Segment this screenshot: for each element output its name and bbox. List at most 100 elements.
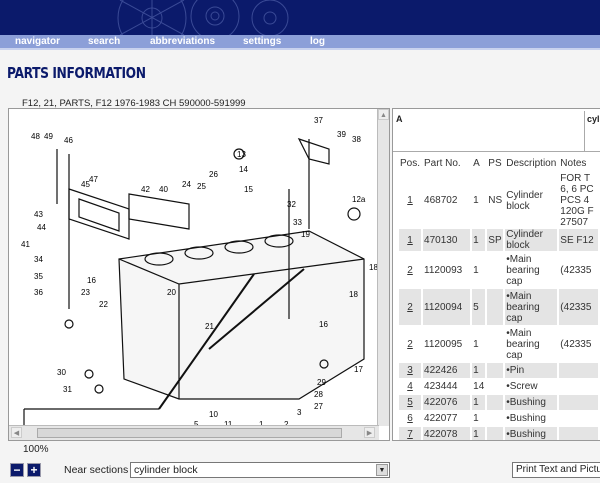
cell-part: 1120094 [423,289,471,325]
scroll-right-icon[interactable]: ▶ [364,427,375,438]
callout-label[interactable]: 31 [63,385,72,394]
callout-label[interactable]: 20 [167,288,176,297]
position-link[interactable]: 2 [399,289,422,325]
cell-desc: •Bushing [505,395,558,410]
callout-label[interactable]: 42 [141,185,150,194]
position-link[interactable]: 4 [399,379,421,394]
callout-label[interactable]: 34 [34,255,43,264]
callout-label[interactable]: 25 [197,182,206,191]
callout-label[interactable]: 3 [297,408,302,417]
nav-search[interactable]: search [88,36,120,47]
near-sections-select[interactable]: cylinder block ▼ [130,462,390,478]
column-header: Pos. [400,158,421,169]
table-row[interactable]: 6 422077 1 •Bushing [399,411,598,426]
position-link[interactable]: 7 [399,427,422,440]
callout-label[interactable]: 16 [87,276,96,285]
callout-label[interactable]: 38 [352,135,361,144]
engine-block-diagram[interactable]: 48 49 46 47 43 44 41 34 35 36 45 42 40 24 2526 13 14 15 37… [9,109,379,429]
cell-notes: (42335 [560,264,592,276]
callout-label[interactable]: 49 [44,132,53,141]
position-link[interactable]: 1 [399,229,422,251]
callout-label[interactable]: 10 [209,410,218,419]
callout-label[interactable]: 43 [34,210,43,219]
callout-label[interactable]: 35 [34,272,43,281]
cell-a: 1 [472,363,486,378]
callout-label[interactable]: 12a [352,195,366,204]
callout-label[interactable]: 21 [205,322,214,331]
callout-label[interactable]: 27 [314,402,323,411]
zoom-out-button[interactable]: − [10,463,24,477]
position-link[interactable]: 2 [399,252,421,288]
callout-label[interactable]: 19 [301,230,310,239]
info-col-a: A [396,114,403,124]
horizontal-scrollbar[interactable]: ◀ ▶ [9,425,379,440]
table-row[interactable]: 7 422078 1 •Bushing [399,427,598,440]
position-link[interactable]: 1 [399,173,421,228]
position-link[interactable]: 2 [399,326,421,362]
callout-label[interactable]: 17 [354,365,363,374]
callout-label[interactable]: 32 [287,200,296,209]
table-row[interactable]: 2 1120095 1 •Main bearing cap (42335 [399,326,598,362]
callout-label[interactable]: 41 [21,240,30,249]
callout-label[interactable]: 40 [159,185,168,194]
cell-part: 423444 [424,381,458,392]
callout-label[interactable]: 48 [31,132,40,141]
cell-a: 14 [473,381,485,392]
callout-label[interactable]: 39 [337,130,346,139]
zoom-in-button[interactable]: + [27,463,41,477]
callout-label[interactable]: 30 [57,368,66,377]
callout-label[interactable]: 47 [89,175,98,184]
column-header: PS [488,158,502,169]
callout-label[interactable]: 44 [37,223,46,232]
callout-label[interactable]: 46 [64,136,73,145]
column-header: Part No. [424,158,461,169]
cell-desc: Cylinder block [506,189,543,212]
scroll-up-icon[interactable]: ▲ [378,109,389,120]
callout-label[interactable]: 45 [81,180,90,189]
table-row[interactable]: 4 423444 14 •Screw [399,379,598,394]
position-link[interactable]: 3 [399,363,422,378]
table-row[interactable]: 5 422076 1 •Bushing [399,395,598,410]
nav-abbreviations[interactable]: abbreviations [150,36,215,47]
table-row[interactable]: 1 468702 1 NS Cylinder block FOR T 6, 6 PC PC… [399,173,598,228]
near-sections-label: Near sections [64,464,129,476]
cell-part: 422076 [423,395,471,410]
position-link[interactable]: 5 [399,395,422,410]
print-text-and-picture-button[interactable]: Print Text and Pictu [512,462,600,478]
table-row[interactable]: 2 1120094 5 •Main bearing cap (42335 [399,289,598,325]
callout-label[interactable]: 37 [314,116,323,125]
callout-label[interactable]: 23 [81,288,90,297]
cell-a: 1 [472,395,486,410]
table-row[interactable]: 3 422426 1 •Pin [399,363,598,378]
callout-label[interactable]: 24 [182,180,191,189]
banner-header [0,0,600,35]
cell-ps [487,427,504,440]
scroll-left-icon[interactable]: ◀ [11,427,22,438]
nav-navigator[interactable]: navigator [15,36,60,47]
nav-settings[interactable]: settings [243,36,281,47]
cell-a: 1 [473,338,479,350]
callout-label[interactable]: 28 [314,390,323,399]
callout-label[interactable]: 14 [239,165,248,174]
cell-a: 1 [473,195,479,206]
callout-label[interactable]: 18 [349,290,358,299]
callout-label[interactable]: 16 [319,320,328,329]
scroll-thumb[interactable] [37,428,342,438]
column-header: Notes [560,158,587,169]
position-link[interactable]: 6 [399,411,421,426]
cell-part: 470130 [423,229,471,251]
vertical-scrollbar[interactable]: ▲ [377,109,389,426]
callout-label[interactable]: 26 [209,170,218,179]
table-row[interactable]: 1 470130 1 SP Cylinder block SE F12 [399,229,598,251]
chevron-down-icon[interactable]: ▼ [376,464,388,476]
callout-label[interactable]: 22 [99,300,108,309]
callout-label[interactable]: 13 [237,150,246,159]
cell-desc: Cylinder block [505,229,558,251]
table-row[interactable]: 2 1120093 1 •Main bearing cap (42335 [399,252,598,288]
callout-label[interactable]: 15 [244,185,253,194]
callout-label[interactable]: 36 [34,288,43,297]
cell-notes: SE F12 [559,229,598,251]
nav-log[interactable]: log [310,36,325,47]
callout-label[interactable]: 33 [293,218,302,227]
callout-label[interactable]: 29 [317,378,326,387]
